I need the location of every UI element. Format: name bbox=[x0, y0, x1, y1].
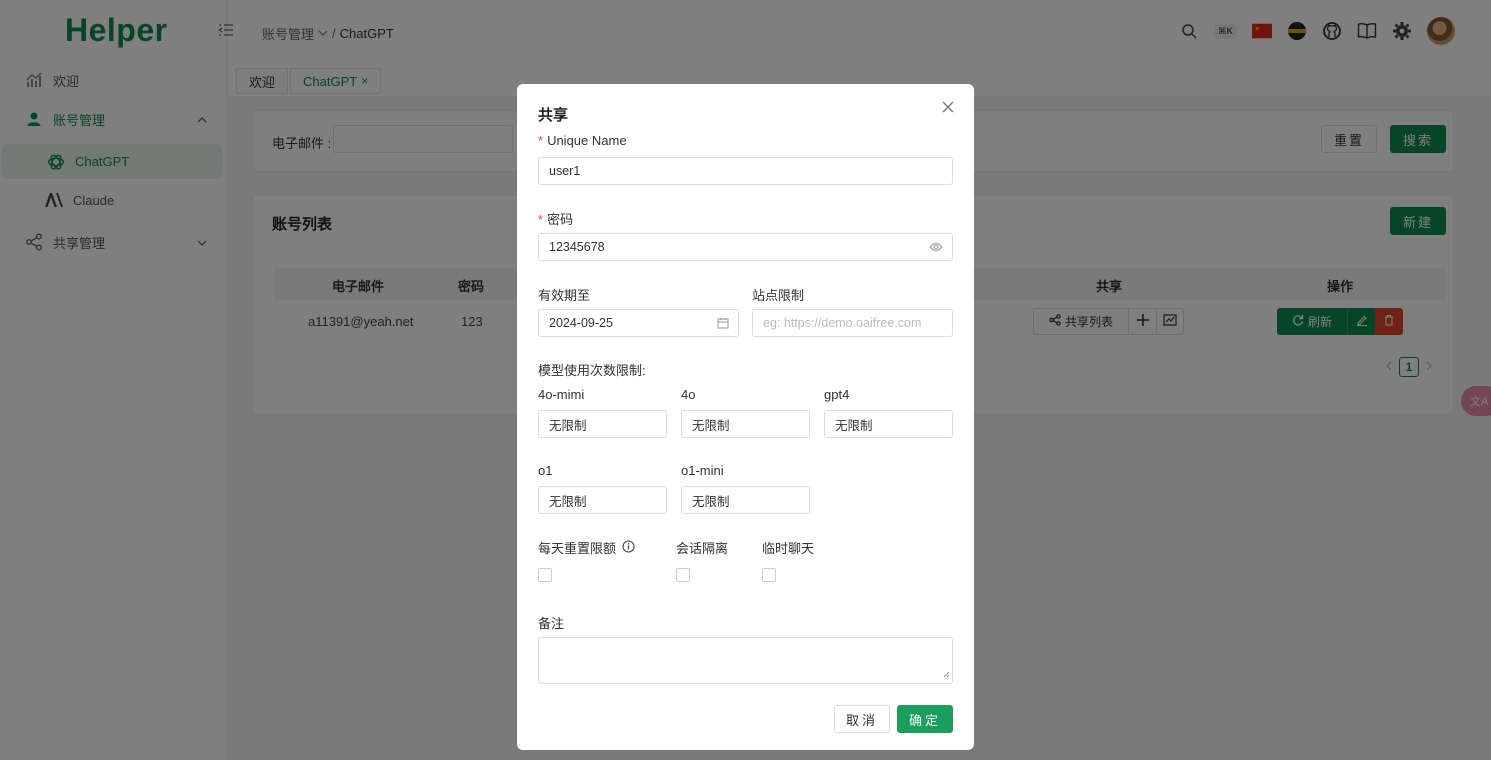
expiry-date-picker[interactable]: 2024-09-25 bbox=[538, 309, 739, 337]
unique-name-label-text: Unique Name bbox=[547, 133, 627, 148]
model-label-gpt4: gpt4 bbox=[824, 387, 850, 402]
limit-input-4o-mimi[interactable]: 无限制 bbox=[538, 410, 667, 438]
model-label-4o: 4o bbox=[681, 387, 696, 402]
resize-handle-icon[interactable] bbox=[943, 666, 950, 681]
limit-input-4o[interactable]: 无限制 bbox=[681, 410, 810, 438]
password-value: 12345678 bbox=[549, 240, 605, 254]
model-label-4o-mimi: 4o-mimi bbox=[538, 387, 585, 402]
close-icon[interactable] bbox=[941, 100, 957, 116]
limit-value: 无限制 bbox=[692, 418, 730, 433]
limit-input-o1[interactable]: 无限制 bbox=[538, 486, 667, 514]
session-isolation-checkbox[interactable] bbox=[676, 568, 690, 582]
share-dialog: 共享 * Unique Name user1 * 密码 12345678 有效期至 … bbox=[517, 84, 974, 750]
password-label: * 密码 bbox=[538, 209, 573, 228]
limit-value: 无限制 bbox=[549, 418, 587, 433]
session-isolation-label: 会话隔离 bbox=[676, 541, 729, 556]
calendar-icon bbox=[717, 317, 729, 332]
daily-reset-checkbox[interactable] bbox=[538, 568, 552, 582]
limit-value: 无限制 bbox=[835, 418, 873, 433]
password-label-text: 密码 bbox=[547, 212, 574, 227]
note-textarea[interactable] bbox=[538, 637, 953, 684]
required-mark: * bbox=[538, 133, 544, 148]
note-label: 备注 bbox=[538, 616, 565, 631]
site-limit-label: 站点限制 bbox=[752, 288, 805, 303]
limit-input-gpt4[interactable]: 无限制 bbox=[824, 410, 953, 438]
model-limits-label: 模型使用次数限制: bbox=[538, 363, 646, 378]
temporary-chat-checkbox[interactable] bbox=[762, 568, 776, 582]
site-limit-placeholder: eg: https://demo.oaifree.com bbox=[763, 316, 922, 330]
expiry-label: 有效期至 bbox=[538, 288, 591, 303]
unique-name-value: user1 bbox=[549, 164, 581, 178]
daily-reset-label: 每天重置限额 bbox=[538, 538, 635, 557]
cancel-button[interactable]: 取消 bbox=[834, 705, 890, 733]
daily-reset-label-text: 每天重置限额 bbox=[538, 541, 617, 556]
temporary-chat-label: 临时聊天 bbox=[762, 541, 815, 556]
limit-input-o1-mini[interactable]: 无限制 bbox=[681, 486, 810, 514]
eye-icon[interactable] bbox=[929, 241, 943, 256]
unique-name-label: * Unique Name bbox=[538, 133, 627, 148]
confirm-button[interactable]: 确定 bbox=[897, 705, 953, 733]
required-mark: * bbox=[538, 212, 544, 227]
model-label-o1-mini: o1-mini bbox=[681, 463, 724, 478]
limit-value: 无限制 bbox=[692, 494, 730, 509]
password-input[interactable]: 12345678 bbox=[538, 233, 953, 261]
limit-value: 无限制 bbox=[549, 494, 587, 509]
unique-name-input[interactable]: user1 bbox=[538, 157, 953, 185]
dialog-title: 共享 bbox=[538, 107, 569, 124]
expiry-value: 2024-09-25 bbox=[549, 316, 613, 330]
model-label-o1: o1 bbox=[538, 463, 553, 478]
site-limit-input[interactable]: eg: https://demo.oaifree.com bbox=[752, 309, 953, 337]
info-icon[interactable] bbox=[622, 539, 635, 556]
